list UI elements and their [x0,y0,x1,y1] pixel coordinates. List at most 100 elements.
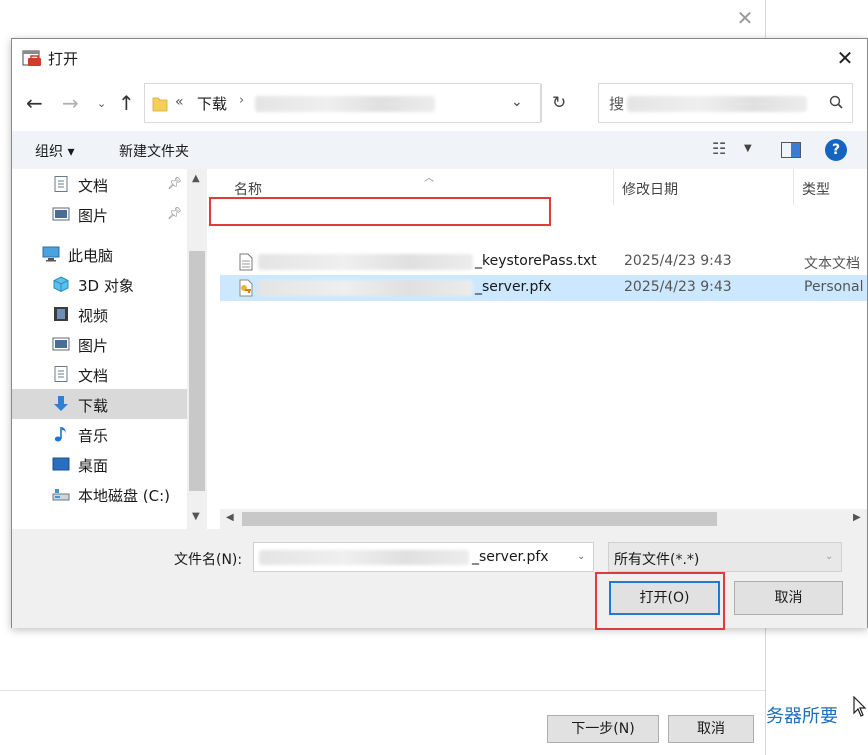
certificate-file-icon [239,279,253,297]
document-icon [54,366,68,382]
column-divider[interactable] [793,169,794,205]
nav-item-downloads[interactable]: 下载 [12,389,187,419]
forward-arrow-icon[interactable]: → [62,91,79,115]
file-date: 2025/4/23 9:43 [624,253,732,269]
nav-item-label: 下载 [78,397,109,415]
video-icon [54,307,68,321]
address-overflow-icon[interactable]: « [175,94,184,110]
address-breadcrumb-folder[interactable]: 下载 [197,93,227,114]
drive-icon [52,489,70,501]
background-link-text[interactable]: 务器所要 [766,702,838,728]
document-icon [54,176,68,192]
picture-icon [52,337,70,351]
file-type-select[interactable]: 所有文件(*.*) ⌄ [608,542,842,572]
column-header-date[interactable]: 修改日期 [622,179,678,199]
nav-item-local-disk-c[interactable]: 本地磁盘 (C:) [12,479,187,509]
3d-object-icon [53,276,69,292]
file-row-keystore-pass[interactable]: _keystorePass.txt 2025/4/23 9:43 文本文档 [220,249,867,275]
desktop-icon [52,457,70,471]
nav-item-label: 3D 对象 [78,277,134,295]
nav-item-desktop[interactable]: 桌面 [12,449,187,479]
nav-item-pictures[interactable]: 图片 [12,329,187,359]
organize-menu-button[interactable]: 组织 ▾ [35,141,74,161]
nav-item-music[interactable]: 音乐 [12,419,187,449]
column-header-type[interactable]: 类型 [802,179,830,199]
preview-pane-icon[interactable] [781,142,801,158]
picture-icon [52,207,70,221]
column-divider[interactable] [613,169,614,205]
search-icon[interactable] [828,94,844,110]
nav-item-documents-pinned[interactable]: 文档 📌︎ [12,169,187,199]
dialog-footer: 文件名(N): _server.pfx ⌄ 所有文件(*.*) ⌄ 打开(O) … [12,529,867,628]
horizontal-scrollbar-thumb[interactable] [242,512,717,526]
recent-locations-chevron-icon[interactable]: ⌄ [97,97,106,110]
redacted-search-text [627,96,807,112]
nav-item-documents[interactable]: 文档 [12,359,187,389]
background-cancel-button[interactable]: 取消 [668,715,754,743]
nav-item-label: 视频 [78,307,109,325]
file-name-label: 文件名(N): [174,552,243,568]
nav-item-label: 文档 [78,177,109,195]
nav-item-label: 图片 [78,207,109,225]
highlight-box-selected-file [209,197,551,226]
preview-pane-fill [791,143,800,157]
download-icon [54,396,68,411]
folder-icon [152,97,168,112]
highlight-box-open-button [595,572,725,630]
nav-item-label: 文档 [78,367,109,385]
column-header-name[interactable]: 名称 [234,179,262,199]
nav-item-label: 本地磁盘 (C:) [78,487,170,505]
pin-icon: 📌︎ [167,176,183,190]
address-dropdown-chevron-icon[interactable]: ⌄ [511,94,523,110]
mouse-pointer-icon [853,696,867,717]
redacted-file-name [258,280,473,296]
file-name-dropdown-chevron-icon[interactable]: ⌄ [577,551,585,562]
breadcrumb-separator-icon[interactable]: › [239,93,244,108]
navigation-scrollbar-thumb[interactable] [189,251,205,491]
dialog-title-bar: 打开 ✕ [12,39,867,77]
navigation-scrollbar[interactable]: ▲ ▼ [187,169,207,529]
dialog-close-icon[interactable]: ✕ [832,45,858,71]
dialog-title: 打开 [48,50,79,68]
scroll-left-icon[interactable]: ◀ [226,512,234,523]
scroll-down-icon[interactable]: ▼ [192,511,200,522]
back-arrow-icon[interactable]: ← [26,91,43,115]
nav-item-label: 图片 [78,337,109,355]
view-options-icon[interactable]: ☷ [712,139,726,158]
file-name: _server.pfx [475,279,552,295]
dialog-app-icon [22,50,41,66]
file-name: _keystorePass.txt [475,253,597,269]
cancel-button[interactable]: 取消 [734,581,843,615]
help-icon[interactable]: ? [825,139,847,161]
nav-item-this-pc[interactable]: 此电脑 [12,239,187,269]
sort-ascending-icon: ︿ [424,173,434,184]
up-arrow-icon[interactable]: ↑ [118,91,135,115]
file-type-value: 所有文件(*.*) [614,552,700,568]
navigation-pane: 文档 📌︎ 图片 📌︎ 此电脑 3D 对象 视频 图片 文档 下载 音乐 桌面 … [12,169,207,529]
nav-item-pictures-pinned[interactable]: 图片 📌︎ [12,199,187,229]
scroll-right-icon[interactable]: ▶ [853,512,861,523]
nav-item-3d-objects[interactable]: 3D 对象 [12,269,187,299]
file-type-dropdown-chevron-icon[interactable]: ⌄ [825,551,833,562]
scroll-up-icon[interactable]: ▲ [192,173,200,184]
next-button[interactable]: 下一步(N) [547,715,659,743]
file-name-value: _server.pfx [472,549,549,565]
address-bar[interactable]: « 下载 › ⌄ ↻ [144,83,566,123]
nav-item-label: 桌面 [78,457,109,475]
open-file-dialog: 打开 ✕ ← → ⌄ ↑ « 下载 › ⌄ ↻ 搜 组织 ▾ 新建文件夹 ☷ ▼… [11,38,868,628]
horizontal-scrollbar[interactable]: ◀ ▶ [220,509,867,529]
new-folder-button[interactable]: 新建文件夹 [119,141,189,161]
file-name-input[interactable]: _server.pfx ⌄ [253,542,594,572]
redacted-file-name [258,254,473,270]
view-options-chevron-icon[interactable]: ▼ [744,143,752,154]
nav-item-videos[interactable]: 视频 [12,299,187,329]
background-close-icon[interactable]: ✕ [735,8,755,28]
refresh-icon[interactable]: ↻ [552,93,566,113]
nav-item-label: 此电脑 [68,247,114,265]
text-file-icon [239,253,253,271]
nav-item-label: 音乐 [78,427,109,445]
file-row-server-pfx[interactable]: _server.pfx 2025/4/23 9:43 Personal I [220,275,868,301]
computer-icon [42,246,60,262]
search-placeholder: 搜 [609,95,625,113]
search-input[interactable]: 搜 [598,83,853,123]
